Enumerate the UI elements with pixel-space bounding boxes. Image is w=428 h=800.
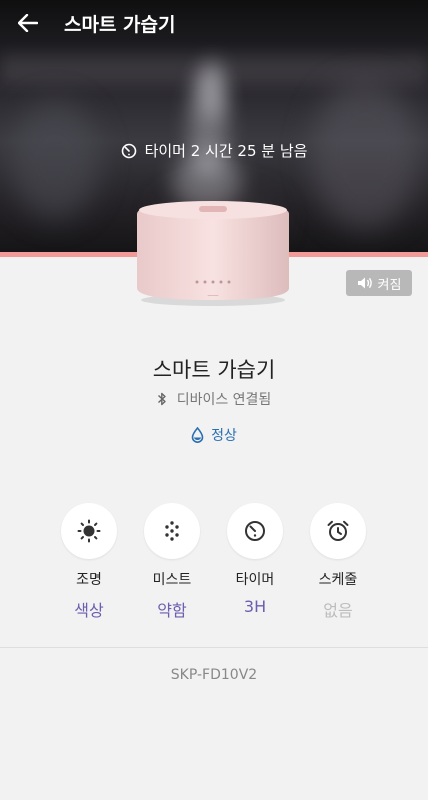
- divider: [0, 647, 428, 648]
- humidifier-image: ــــــ: [133, 196, 293, 308]
- mist-label: 미스트: [152, 572, 192, 588]
- light-button[interactable]: [61, 503, 117, 559]
- timer-text: 타이머 2 시간 25 분 남음: [144, 142, 308, 160]
- schedule-value: 없음: [323, 601, 353, 620]
- bluetooth-icon: [157, 392, 166, 406]
- svg-text:ــــــ: ــــــ: [207, 291, 219, 298]
- timer-label: 타이머: [235, 572, 275, 588]
- page-title: 스마트 가습기: [64, 13, 176, 36]
- timer-remaining: 타이머 2 시간 25 분 남음: [0, 140, 428, 161]
- mist-button[interactable]: [144, 503, 200, 559]
- device-status: 정상: [0, 425, 428, 445]
- connection-text: 디바이스 연결됨: [176, 392, 272, 408]
- mist-icon: [165, 521, 179, 541]
- schedule-button[interactable]: [310, 503, 366, 559]
- sound-toggle[interactable]: 켜짐: [346, 270, 412, 296]
- control-mist[interactable]: 미스트 약함: [142, 503, 202, 621]
- schedule-label: 스케줄: [318, 572, 358, 588]
- app-bar: 스마트 가습기: [0, 0, 428, 46]
- sun-icon: [77, 519, 101, 543]
- control-schedule[interactable]: 스케줄 없음: [308, 503, 368, 621]
- light-value: 색상: [74, 601, 104, 620]
- timer-value: 3H: [243, 597, 267, 616]
- arrow-left-icon: [18, 14, 38, 32]
- control-timer[interactable]: 타이머 3H: [225, 503, 285, 616]
- timer-icon: [121, 143, 136, 158]
- timer-icon: [245, 521, 265, 541]
- timer-button[interactable]: [227, 503, 283, 559]
- sound-label: 켜짐: [377, 277, 402, 293]
- back-button[interactable]: [0, 0, 56, 46]
- status-text: 정상: [211, 428, 237, 444]
- model-number: SKP-FD10V2: [170, 667, 258, 683]
- speaker-icon: [357, 277, 372, 289]
- device-name: 스마트 가습기: [152, 358, 276, 382]
- control-light[interactable]: 조명 색상: [59, 503, 119, 621]
- mist-value: 약함: [157, 601, 187, 620]
- alarm-clock-icon: [327, 520, 349, 541]
- water-drop-icon: [191, 427, 204, 443]
- light-label: 조명: [76, 572, 102, 588]
- connection-status: 디바이스 연결됨: [0, 389, 428, 409]
